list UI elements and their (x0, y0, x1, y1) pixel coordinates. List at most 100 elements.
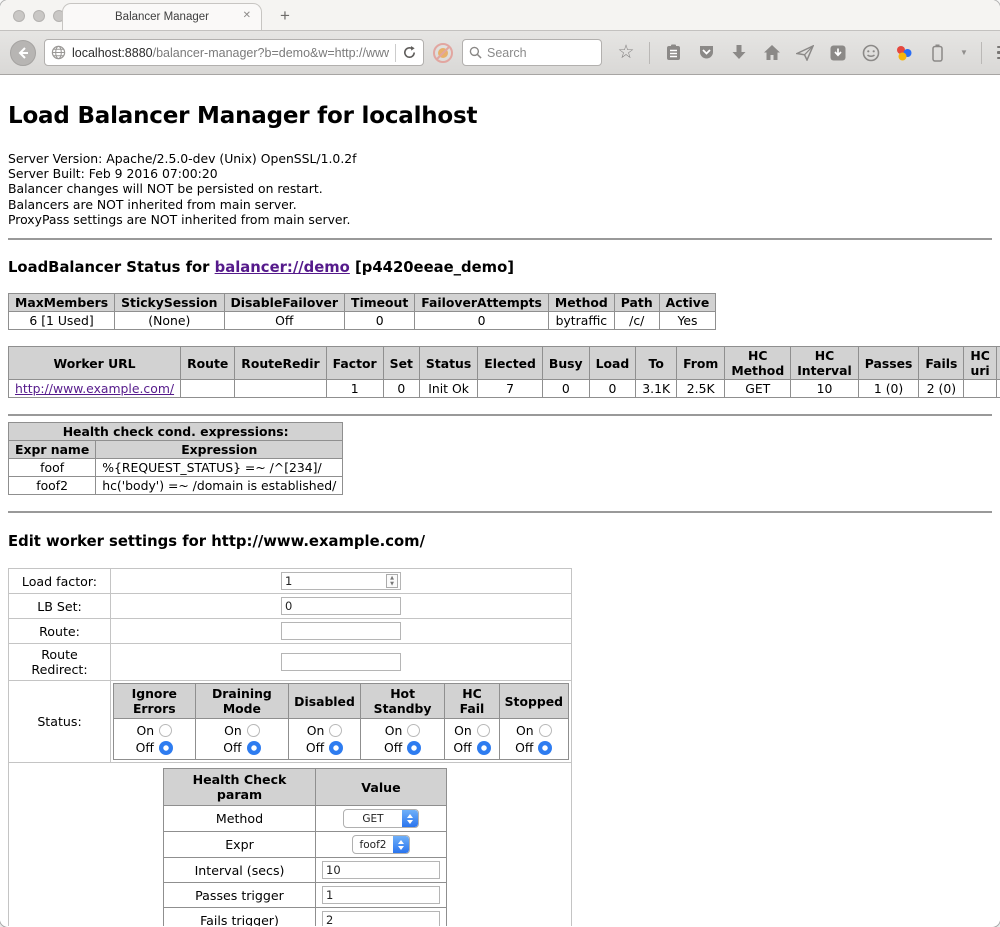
radio-stopped-off[interactable] (538, 741, 552, 755)
hc-interval-input[interactable] (322, 861, 440, 879)
radio-ignore-errors-on[interactable] (159, 724, 172, 737)
toolbar-icons: ☆ (616, 42, 1000, 64)
load-factor-label: Load factor: (9, 569, 111, 594)
chevron-down-icon[interactable]: ▼ (960, 48, 968, 57)
radio-hc-fail-off[interactable] (477, 741, 491, 755)
radio-disabled-on[interactable] (329, 724, 342, 737)
col-method: Method (548, 294, 614, 312)
route-input[interactable] (281, 622, 401, 640)
balancer-demo-link[interactable]: balancer://demo (215, 259, 350, 276)
col-active: Active (659, 294, 716, 312)
toolbar-divider (649, 42, 650, 64)
status-label: Status: (9, 681, 111, 763)
status-heading-prefix: LoadBalancer Status for (8, 259, 215, 276)
health-check-expressions-table: Health check cond. expressions: Expr nam… (8, 422, 343, 495)
url-domain: localhost:8880 (72, 46, 153, 60)
hc-method-label: Method (164, 806, 316, 832)
status-header-row: Ignore Errors Draining Mode Disabled Hot… (114, 684, 569, 719)
bookmark-star-icon[interactable]: ☆ (616, 43, 636, 63)
hc-method-value: GET (344, 810, 402, 827)
route-redirect-input[interactable] (281, 653, 401, 671)
send-plane-icon[interactable] (795, 43, 815, 63)
note-balancers: Balancers are NOT inherited from main se… (8, 197, 992, 212)
route-row: Route: (9, 619, 572, 644)
radio-draining-mode-off[interactable] (247, 741, 261, 755)
lb-set-row: LB Set: (9, 594, 572, 619)
balancer-header-row: MaxMembers StickySession DisableFailover… (9, 294, 716, 312)
radio-draining-mode-on[interactable] (247, 724, 260, 737)
hc-method-row: Method GET (164, 806, 447, 832)
tab-title: Balancer Manager (115, 11, 209, 23)
hc-passes-label: Passes trigger (164, 883, 316, 908)
reading-list-icon[interactable] (663, 43, 683, 63)
status-heading-suffix: [p4420eeae_demo] (350, 259, 514, 276)
radio-label-on: On (307, 723, 325, 738)
radio-label-off: Off (515, 740, 533, 755)
toolbar-divider-2 (981, 42, 982, 64)
radio-hot-standby-off[interactable] (407, 741, 421, 755)
hello-smiley-icon[interactable] (861, 43, 881, 63)
hc-expr-value: foof2 (353, 836, 393, 853)
search-bar[interactable] (462, 39, 602, 66)
pocket-icon[interactable] (696, 43, 716, 63)
expr-row-foof2: foof2 hc('body') =~ /domain is establish… (9, 477, 343, 495)
route-redirect-label: Route Redirect: (9, 644, 111, 681)
worker-header-row: Worker URL Route RouteRedir Factor Set S… (9, 347, 1000, 380)
load-factor-input[interactable] (281, 572, 401, 590)
load-factor-row: Load factor: ▲▼ (9, 569, 572, 594)
page-title: Load Balancer Manager for localhost (8, 103, 992, 129)
worker-url-link[interactable]: http://www.example.com/ (15, 381, 174, 396)
hc-passes-input[interactable] (322, 886, 440, 904)
divider (8, 414, 992, 416)
note-persist: Balancer changes will NOT be persisted o… (8, 181, 992, 196)
save-panel-icon[interactable] (828, 43, 848, 63)
hc-expr-select[interactable]: foof2 (352, 835, 410, 854)
url-text[interactable]: localhost:8880/balancer-manager?b=demo&w… (72, 46, 389, 60)
download-icon[interactable] (729, 43, 749, 63)
menu-icon[interactable] (995, 43, 1000, 63)
radio-label-off: Off (223, 740, 241, 755)
window-minimize-button[interactable] (33, 10, 45, 22)
worker-status-table: Worker URL Route RouteRedir Factor Set S… (8, 346, 1000, 398)
balancer-status-table: MaxMembers StickySession DisableFailover… (8, 293, 716, 330)
radio-label-on: On (224, 723, 242, 738)
radio-label-on: On (454, 723, 472, 738)
content-blocked-icon[interactable] (432, 42, 454, 64)
back-button[interactable] (10, 40, 36, 66)
radio-label-off: Off (384, 740, 402, 755)
edit-worker-heading: Edit worker settings for http://www.exam… (8, 533, 992, 550)
server-info: Server Version: Apache/2.5.0-dev (Unix) … (8, 151, 992, 227)
note-proxypass: ProxyPass settings are NOT inherited fro… (8, 212, 992, 227)
radio-hc-fail-on[interactable] (477, 724, 490, 737)
hc-fails-input[interactable] (322, 911, 440, 926)
hc-expr-row: Expr foof2 (164, 832, 447, 858)
radio-hot-standby-on[interactable] (407, 724, 420, 737)
edit-worker-form: Load factor: ▲▼ LB Set: Route: Route Red… (8, 568, 572, 926)
server-version: Server Version: Apache/2.5.0-dev (Unix) … (8, 151, 992, 166)
route-redirect-row: Route Redirect: (9, 644, 572, 681)
status-row: Status: Ignore Errors Draining Mode Disa… (9, 681, 572, 763)
select-arrows-icon (402, 810, 418, 827)
battery-icon[interactable] (927, 43, 947, 63)
health-check-param-table: Health Check param Value Method GET (163, 768, 447, 926)
lb-set-input[interactable] (281, 597, 401, 615)
globe-icon (51, 45, 66, 60)
search-input[interactable] (487, 46, 587, 60)
radio-label-on: On (385, 723, 403, 738)
hc-method-select[interactable]: GET (343, 809, 419, 828)
radio-disabled-off[interactable] (329, 741, 343, 755)
tab-balancer-manager[interactable]: Balancer Manager ✕ (62, 3, 262, 30)
window-close-button[interactable] (13, 10, 25, 22)
url-bar[interactable]: localhost:8880/balancer-manager?b=demo&w… (44, 39, 424, 66)
reload-icon[interactable] (402, 45, 417, 60)
radio-ignore-errors-off[interactable] (159, 741, 173, 755)
hc-interval-row: Interval (secs) (164, 858, 447, 883)
colored-dots-icon[interactable] (894, 43, 914, 63)
new-tab-button[interactable]: + (280, 6, 290, 30)
expr-row-foof: foof %{REQUEST_STATUS} =~ /^[234]/ (9, 459, 343, 477)
number-stepper[interactable]: ▲▼ (386, 574, 398, 588)
tab-close-icon[interactable]: ✕ (243, 10, 251, 21)
radio-stopped-on[interactable] (539, 724, 552, 737)
home-icon[interactable] (762, 43, 782, 63)
select-arrows-icon (393, 836, 409, 853)
